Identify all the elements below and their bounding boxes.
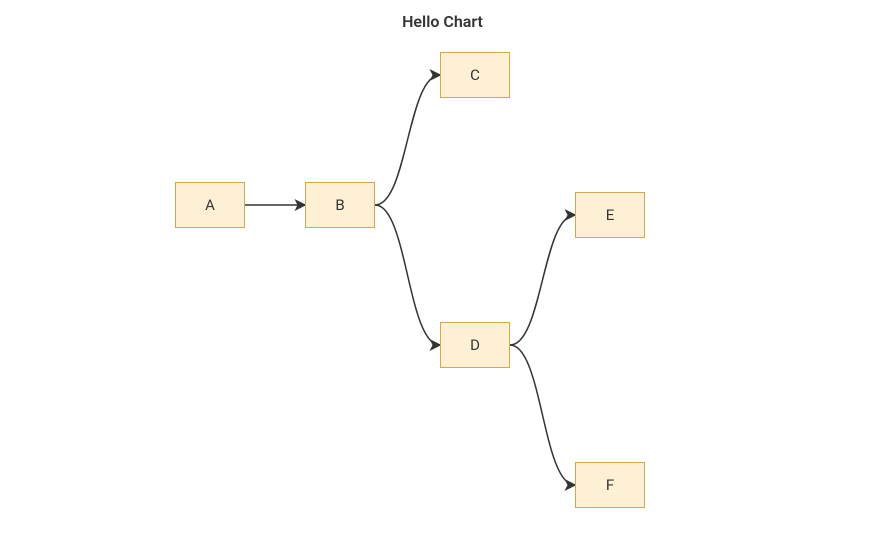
edge-d-e [510,215,575,345]
node-a: A [175,182,245,228]
edge-b-c [375,75,440,205]
flowchart-canvas: A B C D E F [0,0,885,559]
edge-d-f [510,345,575,485]
node-d: D [440,322,510,368]
node-f: F [575,462,645,508]
node-b: B [305,182,375,228]
node-e: E [575,192,645,238]
edge-b-d [375,205,440,345]
node-c: C [440,52,510,98]
